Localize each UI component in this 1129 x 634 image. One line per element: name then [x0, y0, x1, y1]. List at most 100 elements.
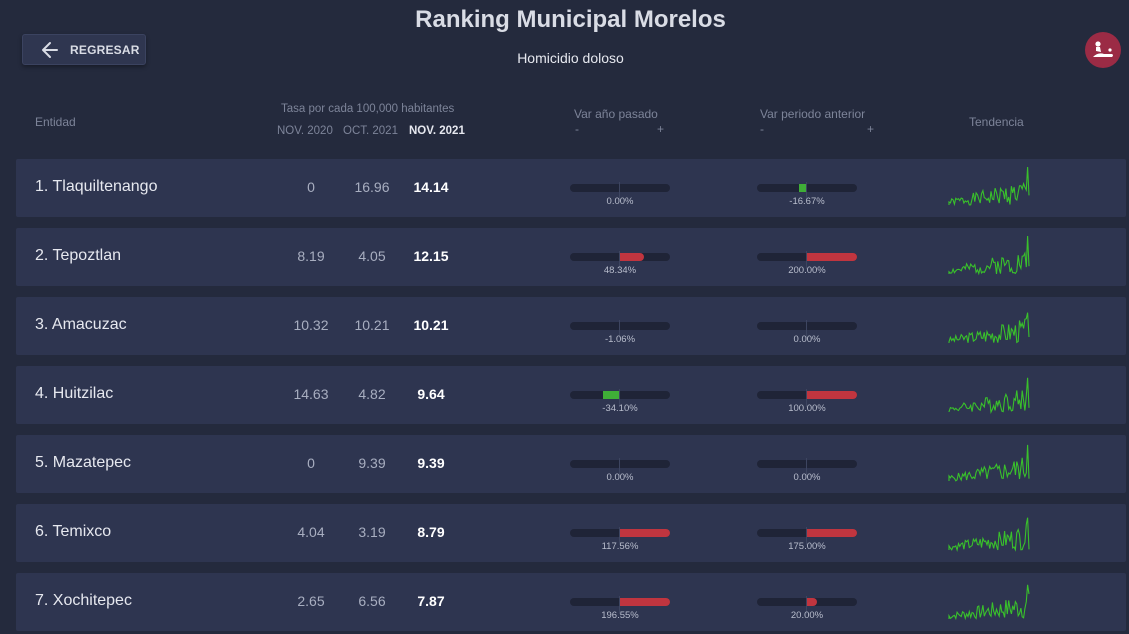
header-var-period: Var periodo anterior — [760, 107, 866, 121]
var-period-bar: 200.00% — [757, 251, 857, 276]
var-period-label: 100.00% — [788, 403, 826, 414]
var-period-fill — [807, 253, 857, 261]
var-period-bar: -16.67% — [757, 182, 857, 207]
var-year-fill — [620, 598, 670, 606]
rate-nov-2021: 9.64 — [417, 386, 445, 402]
var-year-bar: -1.06% — [570, 320, 670, 345]
entity-name: 7. Xochitepec — [35, 592, 132, 609]
rate-nov-2020: 2.65 — [297, 593, 325, 609]
header-period-3[interactable]: NOV. 2021 — [409, 125, 465, 137]
sparkline-path — [948, 444, 1030, 482]
var-year-fill — [602, 391, 620, 399]
rate-oct-2021: 3.19 — [358, 524, 386, 540]
var-period-label: -16.67% — [789, 196, 825, 207]
var-year-bar: 48.34% — [570, 251, 670, 276]
header-rate-group: Tasa por cada 100,000 habitantes — [281, 103, 455, 115]
table-row[interactable]: 6. Temixco 4.04 3.19 8.79 117.56% 175.00… — [16, 504, 1126, 562]
var-period-fill — [807, 391, 857, 399]
var-year-label: 0.00% — [606, 472, 634, 483]
homicide-icon — [1093, 41, 1113, 57]
avatar[interactable] — [1085, 32, 1121, 68]
rate-oct-2021: 9.39 — [358, 455, 386, 471]
rate-oct-2021: 16.96 — [354, 179, 390, 195]
trend-sparkline — [948, 236, 1030, 276]
rate-nov-2021: 7.87 — [417, 593, 445, 609]
rate-nov-2020: 4.04 — [297, 524, 325, 540]
trend-sparkline — [948, 584, 1030, 621]
rate-nov-2020: 0 — [307, 179, 315, 195]
var-year-fill — [620, 529, 670, 537]
trend-sparkline — [948, 377, 1030, 414]
var-period-bar: 175.00% — [757, 527, 857, 552]
entity-name: 2. Tepoztlan — [35, 247, 121, 264]
var-period-bar: 20.00% — [757, 596, 857, 621]
header-entity: Entidad — [35, 115, 76, 129]
var-year-label: -1.06% — [604, 334, 636, 345]
rate-nov-2021: 8.79 — [417, 524, 445, 540]
rate-oct-2021: 6.56 — [358, 593, 386, 609]
rate-nov-2021: 14.14 — [413, 179, 449, 195]
rate-nov-2020: 10.32 — [293, 317, 329, 333]
sparkline-path — [948, 236, 1030, 276]
rate-oct-2021: 10.21 — [354, 317, 390, 333]
header-trend: Tendencia — [969, 115, 1024, 129]
var-period-label: 0.00% — [793, 472, 821, 483]
var-year-label: 0.00% — [606, 196, 634, 207]
var-year-label: 196.55% — [601, 610, 639, 621]
header-var-period-minus: - — [760, 122, 764, 136]
page-title: Ranking Municipal Morelos — [415, 6, 726, 33]
back-button-label: REGRESAR — [70, 42, 140, 57]
rate-oct-2021: 4.82 — [358, 386, 386, 402]
table-row[interactable]: 5. Mazatepec 0 9.39 9.39 0.00% 0.00% — [16, 435, 1126, 493]
entity-name: 1. Tlaquiltenango — [35, 178, 158, 195]
table-row[interactable]: 7. Xochitepec 2.65 6.56 7.87 196.55% 20.… — [16, 573, 1126, 631]
var-period-bar: 0.00% — [757, 458, 857, 483]
var-period-bar: 100.00% — [757, 389, 857, 414]
header-var-year-plus: + — [657, 122, 665, 136]
sparkline-path — [948, 312, 1030, 344]
var-period-fill — [807, 598, 817, 606]
entity-name: 4. Huitzilac — [35, 385, 114, 402]
var-year-bar: 196.55% — [570, 596, 670, 621]
var-year-bar: 0.00% — [570, 458, 670, 483]
sparkline-path — [948, 584, 1030, 621]
trend-sparkline — [948, 167, 1030, 207]
rate-nov-2021: 10.21 — [413, 317, 449, 333]
header-period-2[interactable]: OCT. 2021 — [343, 125, 398, 137]
page-subtitle: Homicidio doloso — [517, 50, 624, 66]
rate-nov-2020: 14.63 — [293, 386, 329, 402]
header-var-period-plus: + — [867, 122, 875, 136]
var-period-label: 175.00% — [788, 541, 826, 552]
var-year-fill — [620, 253, 645, 261]
trend-sparkline — [948, 444, 1030, 482]
table-row[interactable]: 1. Tlaquiltenango 0 16.96 14.14 0.00% -1… — [16, 159, 1126, 217]
back-button[interactable]: REGRESAR — [22, 34, 146, 65]
header-var-year-minus: - — [575, 122, 579, 136]
entity-name: 5. Mazatepec — [35, 454, 132, 471]
trend-sparkline — [948, 517, 1030, 552]
rate-nov-2020: 8.19 — [297, 248, 325, 264]
var-period-label: 0.00% — [793, 334, 821, 345]
var-period-bar: 0.00% — [757, 320, 857, 345]
trend-sparkline — [948, 312, 1030, 344]
var-period-label: 20.00% — [790, 610, 824, 621]
arrow-left-icon — [42, 41, 58, 58]
rate-nov-2021: 9.39 — [417, 455, 445, 471]
header-var-year: Var año pasado — [574, 107, 658, 121]
var-period-label: 200.00% — [788, 265, 826, 276]
rate-nov-2020: 0 — [307, 455, 315, 471]
table-row[interactable]: 3. Amacuzac 10.32 10.21 10.21 -1.06% 0.0… — [16, 297, 1126, 355]
var-year-bar: 117.56% — [570, 527, 670, 552]
entity-name: 3. Amacuzac — [35, 316, 127, 333]
var-year-label: 48.34% — [603, 265, 637, 276]
sparkline-path — [948, 377, 1030, 414]
var-year-bar: 0.00% — [570, 182, 670, 207]
table-row[interactable]: 4. Huitzilac 14.63 4.82 9.64 -34.10% 100… — [16, 366, 1126, 424]
var-period-fill — [807, 529, 857, 537]
header-period-1[interactable]: NOV. 2020 — [277, 125, 333, 137]
var-year-label: -34.10% — [602, 403, 638, 414]
table-row[interactable]: 2. Tepoztlan 8.19 4.05 12.15 48.34% 200.… — [16, 228, 1126, 286]
rate-nov-2021: 12.15 — [413, 248, 449, 264]
sparkline-path — [948, 517, 1030, 552]
var-year-bar: -34.10% — [570, 389, 670, 414]
